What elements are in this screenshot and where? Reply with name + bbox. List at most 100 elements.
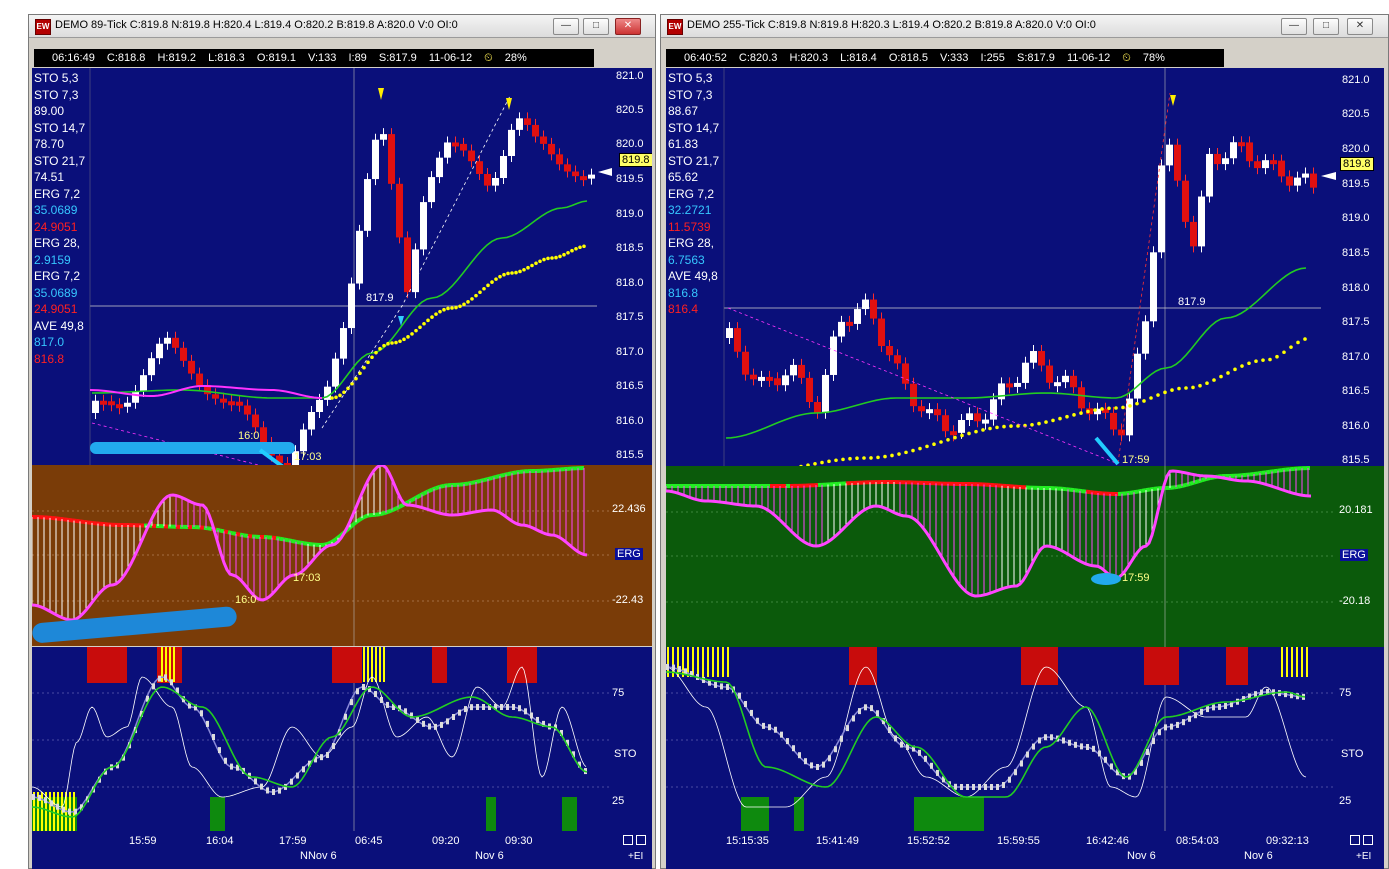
title-bar[interactable]: EW DEMO 89-Tick C:819.8 N:819.8 H:820.4 … [29, 15, 655, 38]
erg-pane[interactable]: 22.436 ERG -22.43 16:0 17:03 [32, 465, 652, 646]
candle-body [516, 118, 523, 130]
stoch-dot [266, 787, 269, 794]
ma-dot [510, 271, 514, 275]
minimize-button[interactable]: — [1281, 18, 1307, 35]
ma-dot [1233, 367, 1237, 372]
ei-label[interactable]: +EI [1356, 851, 1371, 862]
ma-dot [1072, 413, 1076, 417]
stoch-dot [900, 741, 903, 748]
stoch-dot [254, 778, 257, 785]
erg-signal-segment [483, 477, 489, 483]
ma-dot [1044, 420, 1048, 424]
quote-info-bar: 06:16:49 C:818.8 H:819.2 L:818.3 O:819.1… [34, 49, 594, 67]
stoch-dot [344, 713, 347, 720]
sma-line [725, 267, 1307, 439]
stoch-dot [1170, 723, 1173, 730]
stoch-dot [296, 772, 299, 779]
stoch-dot [1098, 750, 1101, 757]
stoch-dot [482, 704, 485, 710]
candle-body [244, 405, 251, 415]
ma-dot [494, 277, 498, 281]
erg-signal-segment [507, 471, 513, 476]
stoch-dot [506, 704, 509, 710]
ma-dot [570, 248, 574, 253]
date-value: 11-06-12 [428, 52, 473, 64]
progress-icon: ⏲ [484, 52, 493, 64]
stochastic-pane[interactable]: 75 STO 25 15:59 16:04 17:59 06:45 09:20 … [32, 647, 652, 869]
stoch-dot [38, 794, 41, 801]
stoch-signal-line [666, 671, 1306, 798]
ma-dot [1247, 361, 1251, 366]
ma-dot [390, 341, 394, 345]
stoch-dot [1074, 741, 1077, 748]
candle-body [1062, 375, 1069, 383]
stoch-dot [500, 704, 503, 710]
ei-label[interactable]: +EI [628, 851, 643, 862]
stoch-dot [212, 734, 215, 740]
price-tick: 817.0 [616, 346, 644, 358]
candle-body [1158, 165, 1165, 253]
price-pane[interactable]: STO 5,3 STO 7,3 88.67 STO 14,7 61.83 STO… [666, 68, 1384, 466]
ma-dot [1135, 401, 1139, 406]
stoch-dot [1092, 745, 1095, 752]
candle-body [902, 363, 909, 384]
stoch-dot [1224, 702, 1227, 709]
annotation-label: 817.9 [366, 292, 394, 304]
erg-signal-segment [243, 533, 249, 538]
candle-body [766, 376, 773, 381]
price-axis: 821.0 820.5 820.0 819.5 819.0 818.5 818.… [1338, 68, 1384, 466]
sto-axis-25: 25 [1339, 795, 1352, 807]
legend-erg-1-value: 35.0689 [34, 203, 78, 217]
erg-signal-segment [375, 512, 381, 517]
legend-erg-28-value: 2.9159 [34, 252, 71, 267]
ma-dot [522, 267, 526, 272]
chart-window-left[interactable]: EW DEMO 89-Tick C:819.8 N:819.8 H:820.4 … [28, 14, 656, 869]
erg-signal-segment [1145, 487, 1151, 493]
stoch-dot [810, 762, 813, 769]
date-label: Nov 6 [1244, 850, 1273, 862]
stochastic-pane[interactable]: 75 STO 25 15:15:35 15:41:49 15:52:52 15:… [666, 647, 1384, 869]
layout-toggle-icon[interactable] [623, 835, 633, 845]
stoch-dot [780, 731, 783, 738]
layout-toggle-icon[interactable] [1363, 835, 1373, 845]
overbought-zone [507, 647, 537, 683]
ma-dot [1226, 371, 1230, 375]
stoch-dot [452, 714, 455, 720]
candle-body [1302, 173, 1309, 178]
stoch-dot [530, 712, 533, 719]
minimize-button[interactable]: — [553, 18, 579, 35]
maximize-button[interactable]: □ [1313, 18, 1339, 35]
legend-sto-7-value: 89.00 [34, 104, 65, 118]
stoch-dot [984, 784, 987, 790]
time-label: 08:54:03 [1176, 835, 1219, 847]
candle-body [1078, 387, 1085, 409]
stoch-dot [320, 754, 323, 761]
legend-erg-2: ERG 7,2 [34, 269, 81, 283]
maximize-button[interactable]: □ [583, 18, 609, 35]
close-button[interactable]: ✕ [1347, 18, 1373, 35]
time-axis: 15:59 16:04 17:59 06:45 09:20 09:30 NNov… [32, 831, 652, 869]
legend-sto-5: STO 5,3 [668, 71, 713, 85]
layout-toggle-icon[interactable] [1350, 835, 1360, 845]
ma-dot [374, 350, 378, 355]
chart-window-right[interactable]: EW DEMO 255-Tick C:819.8 N:819.8 H:820.3… [660, 14, 1389, 869]
erg-signal-segment [1129, 490, 1135, 495]
title-bar[interactable]: EW DEMO 255-Tick C:819.8 N:819.8 H:820.3… [661, 15, 1388, 38]
price-tick: 819.0 [1342, 212, 1370, 224]
layout-toggle-icon[interactable] [636, 835, 646, 845]
ma-dot [562, 252, 566, 257]
stoch-dot [756, 717, 759, 724]
price-tick: 820.5 [1342, 108, 1370, 120]
close-button[interactable]: ✕ [615, 18, 641, 35]
candle-body [862, 299, 869, 310]
stoch-dot [996, 784, 999, 790]
price-pane[interactable]: STO 5,3 STO 7,3 89.00 STO 14,7 78.70 STO… [32, 68, 652, 465]
candle-body [838, 321, 845, 337]
candle-body [1190, 221, 1197, 247]
app-icon: EW [667, 19, 683, 35]
erg-pane[interactable]: 20.181 ERG -20.18 17:59 [666, 466, 1384, 647]
ma-dot [574, 247, 578, 251]
stoch-dot [1218, 703, 1221, 710]
candle-body [814, 401, 821, 413]
annotation-label: 17:03 [293, 572, 321, 584]
